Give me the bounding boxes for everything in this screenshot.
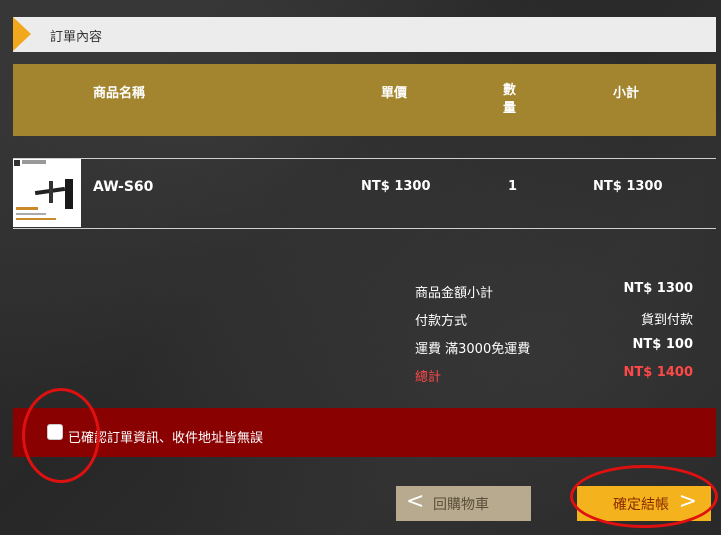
row-divider-bottom — [13, 228, 716, 229]
header-product-name: 商品名稱 — [93, 86, 146, 101]
item-name[interactable]: AW-S60 — [93, 179, 153, 195]
summary-label-subtotal: 商品金額小計 — [415, 286, 494, 301]
annotation-circle-checkbox — [22, 388, 100, 483]
header-quantity: 數量 — [503, 83, 517, 116]
product-thumbnail[interactable] — [13, 159, 81, 227]
item-unit-price: NT$ 1300 — [361, 179, 431, 194]
item-subtotal: NT$ 1300 — [593, 179, 663, 194]
chevron-left-icon: < — [406, 489, 425, 514]
section-title: 訂單內容 — [50, 30, 103, 45]
item-quantity: 1 — [508, 179, 518, 194]
summary-label-payment: 付款方式 — [415, 314, 468, 329]
thumbnail-caption-line — [16, 213, 46, 215]
header-unit-price: 單價 — [381, 86, 408, 101]
summary-label-shipping: 運費 滿3000免運費 — [415, 342, 531, 357]
summary-label-total: 總計 — [415, 370, 442, 385]
thumbnail-caption-line — [16, 207, 38, 210]
table-header: 商品名稱 單價 數量 小計 — [13, 64, 716, 136]
annotation-circle-checkout — [570, 465, 718, 528]
thumbnail-caption-line — [16, 218, 56, 220]
section-arrow-icon — [13, 17, 31, 51]
mount-plate-shape — [65, 179, 73, 209]
row-divider-top — [13, 158, 716, 159]
header-subtotal: 小計 — [613, 86, 640, 101]
back-to-cart-button[interactable]: < 回購物車 — [396, 486, 531, 521]
back-to-cart-label: 回購物車 — [433, 497, 489, 513]
summary-value-shipping: NT$ 100 — [632, 337, 693, 352]
mount-arm-shape — [49, 181, 53, 203]
brand-logo-icon — [14, 160, 20, 166]
summary-value-payment: 貨到付款 — [640, 313, 693, 328]
summary-value-total: NT$ 1400 — [623, 365, 693, 380]
summary-value-subtotal: NT$ 1300 — [623, 281, 693, 296]
confirm-bar: 已確認訂單資訊、收件地址皆無誤 — [13, 408, 716, 457]
thumbnail-brand-text — [22, 160, 46, 164]
section-header: 訂單內容 — [13, 17, 716, 52]
